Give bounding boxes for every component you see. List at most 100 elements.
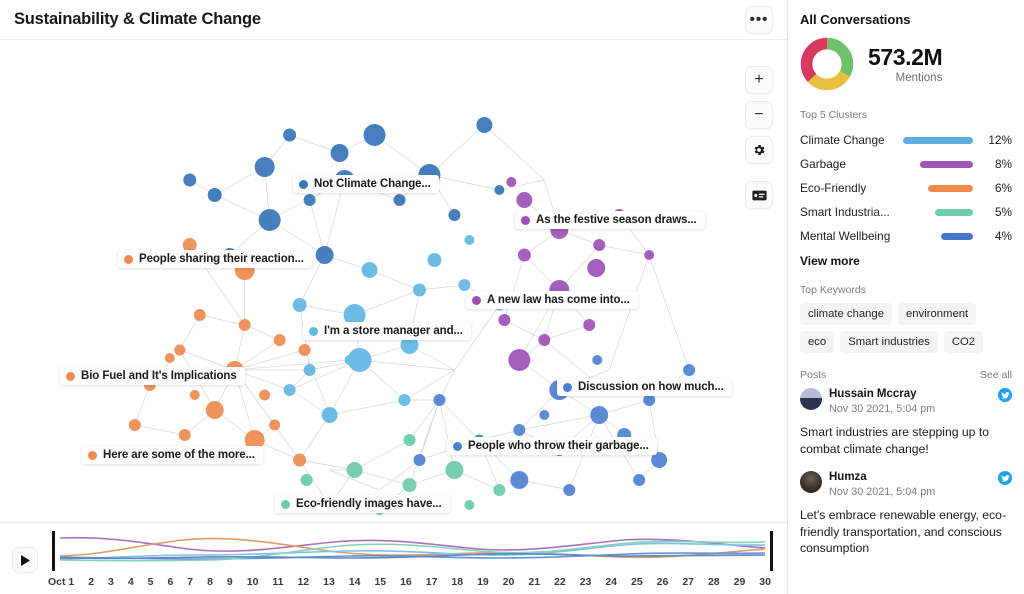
graph-settings-button[interactable] [745,136,773,164]
timeline-tick: 10 [247,576,259,588]
graph-label-bio-fuel[interactable]: Bio Fuel and It's Implications [60,367,245,385]
timeline-tick: 18 [451,576,463,588]
timeline-tick: 29 [734,576,746,588]
keyword-chip[interactable]: CO2 [944,331,983,353]
plus-icon: + [754,73,763,87]
timeline-tick: 23 [580,576,592,588]
keyword-chip[interactable]: Smart industries [840,331,938,353]
timeline-tick: 24 [605,576,617,588]
graph-label-festive-season[interactable]: As the festive season draws... [515,211,705,229]
donut-svg [800,37,854,91]
minus-icon: − [754,108,763,122]
cluster-dot-icon [563,383,572,392]
graph-label-text: People sharing their reaction... [139,253,304,265]
zoom-in-button[interactable]: + [745,66,773,94]
graph-toolbar: + − [745,66,773,209]
graph-label-here-are-some[interactable]: Here are some of the more... [82,446,263,464]
graph-label-store-manager[interactable]: I'm a store manager and... [303,322,471,340]
cluster-percent: 4% [982,229,1012,243]
view-more-clusters-link[interactable]: View more [800,254,1012,268]
cluster-dot-icon [472,296,481,305]
graph-label-people-sharing[interactable]: People sharing their reaction... [118,250,312,268]
timeline-end-handle [770,531,773,571]
keywords-heading: Top Keywords [800,284,1012,296]
see-all-posts-link[interactable]: See all [980,369,1012,381]
cluster-row-eco-friendly[interactable]: Eco-Friendly 6% [800,176,1012,200]
cluster-bar-cell [896,161,982,168]
keyword-chip[interactable]: environment [898,303,976,325]
graph-label-people-garbage[interactable]: People who throw their garbage... [447,437,657,455]
avatar [800,471,822,493]
post-item[interactable]: Humza Nov 30 2021, 5:04 pm Let's embrace… [800,471,1012,557]
timeline-tick: 14 [349,576,361,588]
cluster-bar [928,185,973,192]
post-item[interactable]: Hussain Mccray Nov 30 2021, 5:04 pm Smar… [800,388,1012,457]
cluster-dot-icon [281,500,290,509]
clusters-heading: Top 5 Clusters [800,109,1012,121]
page-title: Sustainability & Climate Change [14,10,261,29]
graph-label-not-climate-change[interactable]: Not Climate Change... [293,175,439,193]
timeline-tick: 21 [528,576,540,588]
timeline-tick: 13 [323,576,335,588]
graph-label-text: People who throw their garbage... [468,440,649,452]
cluster-name: Mental Wellbeing [800,229,896,243]
timeline-tick: 27 [682,576,694,588]
timeline-tick: 30 [759,576,771,588]
post-timestamp: Nov 30 2021, 5:04 pm [829,485,991,499]
timeline-tick: 7 [187,576,193,588]
network-graph[interactable]: Not Climate Change... As the festive sea… [0,40,787,522]
post-timestamp: Nov 30 2021, 5:04 pm [829,402,991,416]
timeline-streams [48,531,777,571]
keyword-chip[interactable]: eco [800,331,834,353]
timeline-panel: Oct 1 2 3 4 5 6 7 8 9 10 11 12 13 14 15 … [0,522,787,594]
graph-legend-button[interactable] [745,181,773,209]
post-text: Let's embrace renewable energy, eco-frie… [800,507,1012,557]
post-meta: Hussain Mccray Nov 30 2021, 5:04 pm [829,388,991,416]
more-options-button[interactable]: ••• [745,6,773,34]
post-header: Humza Nov 30 2021, 5:04 pm [800,471,1012,499]
post-text: Smart industries are stepping up to comb… [800,424,1012,457]
cluster-bar-cell [896,233,982,240]
zoom-out-button[interactable]: − [745,101,773,129]
cluster-percent: 6% [982,181,1012,195]
mentions-donut-chart [800,37,854,91]
timeline-tick: 26 [657,576,669,588]
mentions-count: 573.2M [868,44,942,71]
cluster-dot-icon [124,255,133,264]
keyword-chip[interactable]: climate change [800,303,892,325]
more-dots-icon: ••• [750,15,769,25]
graph-label-discussion[interactable]: Discussion on how much... [557,378,732,396]
mentions-value-block: 573.2M Mentions [868,44,942,84]
cluster-bar [920,161,973,168]
graph-label-eco-friendly-images[interactable]: Eco-friendly images have... [275,495,450,513]
post-author: Humza [829,471,991,484]
graph-label-text: As the festive season draws... [536,214,697,226]
cluster-row-garbage[interactable]: Garbage 8% [800,152,1012,176]
cluster-row-mental-wellbeing[interactable]: Mental Wellbeing 4% [800,224,1012,248]
timeline-tick: 5 [148,576,154,588]
graph-label-text: Not Climate Change... [314,178,431,190]
mentions-label: Mentions [868,72,942,84]
timeline-tick: 12 [297,576,309,588]
cluster-row-climate-change[interactable]: Climate Change 12% [800,128,1012,152]
graph-label-text: Here are some of the more... [103,449,255,461]
timeline-start-handle [52,531,55,571]
mentions-summary: 573.2M Mentions [800,37,1012,91]
post-meta: Humza Nov 30 2021, 5:04 pm [829,471,991,499]
timeline-tick: 11 [272,576,283,588]
timeline-chart[interactable] [48,531,777,571]
timeline-tick: 6 [167,576,173,588]
graph-label-text: Discussion on how much... [578,381,724,393]
timeline-play-button[interactable] [12,547,38,573]
graph-label-new-law[interactable]: A new law has come into... [466,291,638,309]
cluster-row-smart-industries[interactable]: Smart Industria... 5% [800,200,1012,224]
cluster-name: Garbage [800,157,896,171]
twitter-bird-glyph [1001,391,1010,400]
timeline-tick: Oct 1 [48,576,74,588]
timeline-tick: 4 [128,576,134,588]
sidebar-title: All Conversations [800,12,1012,27]
timeline-tick: 16 [400,576,412,588]
app-root: Sustainability & Climate Change ••• [0,0,1024,594]
timeline-tick: 22 [554,576,566,588]
timeline-tick: 8 [207,576,213,588]
